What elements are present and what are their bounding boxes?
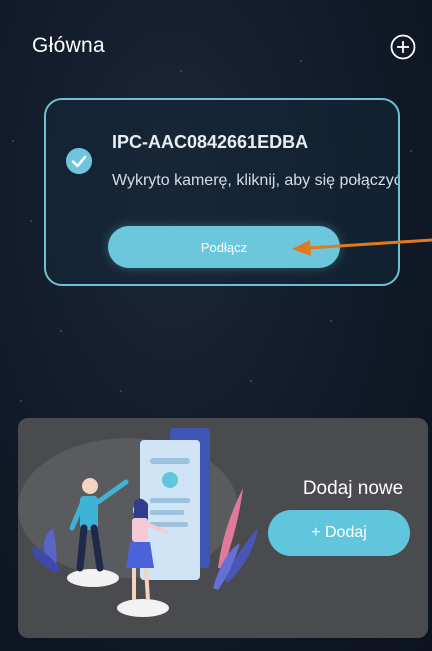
plus-circle-icon[interactable] (390, 34, 416, 60)
check-circle-icon (66, 148, 92, 174)
device-hint: Wykryto kamerę, kliknij, aby się połączy… (112, 172, 400, 189)
add-device-panel: Dodaj nowe + Dodaj (18, 418, 428, 638)
people-illustration (18, 428, 258, 617)
device-name: IPC-AAC0842661EDBA (112, 132, 309, 152)
arrow-annotation (292, 238, 432, 256)
page-title: Główna (32, 34, 106, 57)
add-device-button[interactable]: + Dodaj (268, 510, 410, 556)
add-new-title: Dodaj nowe (302, 478, 404, 499)
